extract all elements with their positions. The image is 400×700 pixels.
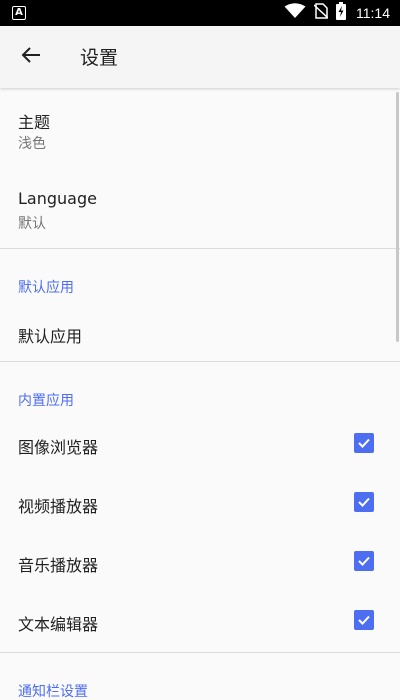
setting-language-value: 默认 [18,216,46,232]
battery-charging-icon [336,2,346,24]
page-title: 设置 [80,47,119,69]
category-notification-title: 通知栏设置 [18,684,88,700]
category-default-apps-title: 默认应用 [18,280,74,296]
check-icon [358,615,370,625]
category-builtin-apps: 内置应用 [0,362,400,416]
setting-language-label: Language [18,189,97,208]
category-default-apps: 默认应用 [0,249,400,303]
text-editor-checkbox[interactable] [354,610,374,630]
wifi-icon [284,3,306,23]
setting-image-viewer[interactable]: 图像浏览器 [0,416,400,475]
status-bar: A 11:14 [0,0,400,26]
system-icons: 11:14 [284,2,390,24]
setting-text-editor[interactable]: 文本编辑器 [0,593,400,652]
music-player-checkbox[interactable] [354,551,374,571]
setting-music-player-label: 音乐播放器 [18,556,99,575]
setting-theme-value: 浅色 [18,136,46,152]
setting-default-apps-label: 默认应用 [18,327,83,346]
setting-video-player-label: 视频播放器 [18,497,99,516]
check-icon [358,556,370,566]
setting-language[interactable]: Language 默认 [0,168,400,248]
setting-default-apps[interactable]: 默认应用 [0,303,400,361]
category-builtin-apps-title: 内置应用 [18,393,74,409]
no-sim-icon [313,3,329,23]
status-time: 11:14 [356,5,390,21]
arrow-back-icon [21,45,41,69]
setting-theme[interactable]: 主题 浅色 [0,88,400,168]
app-bar: 设置 [0,26,400,88]
setting-music-player[interactable]: 音乐播放器 [0,534,400,593]
video-player-checkbox[interactable] [354,492,374,512]
setting-text-editor-label: 文本编辑器 [18,615,99,634]
category-notification: 通知栏设置 [0,653,400,700]
setting-image-viewer-label: 图像浏览器 [18,438,99,457]
setting-theme-label: 主题 [18,113,51,132]
scrollbar[interactable] [396,92,399,342]
settings-list[interactable]: 主题 浅色 Language 默认 默认应用 默认应用 内置应用 图像浏览器 视… [0,88,400,700]
back-button[interactable] [18,44,44,70]
check-icon [358,438,370,448]
app-notification-icon: A [12,6,26,20]
image-viewer-checkbox[interactable] [354,433,374,453]
check-icon [358,497,370,507]
setting-video-player[interactable]: 视频播放器 [0,475,400,534]
